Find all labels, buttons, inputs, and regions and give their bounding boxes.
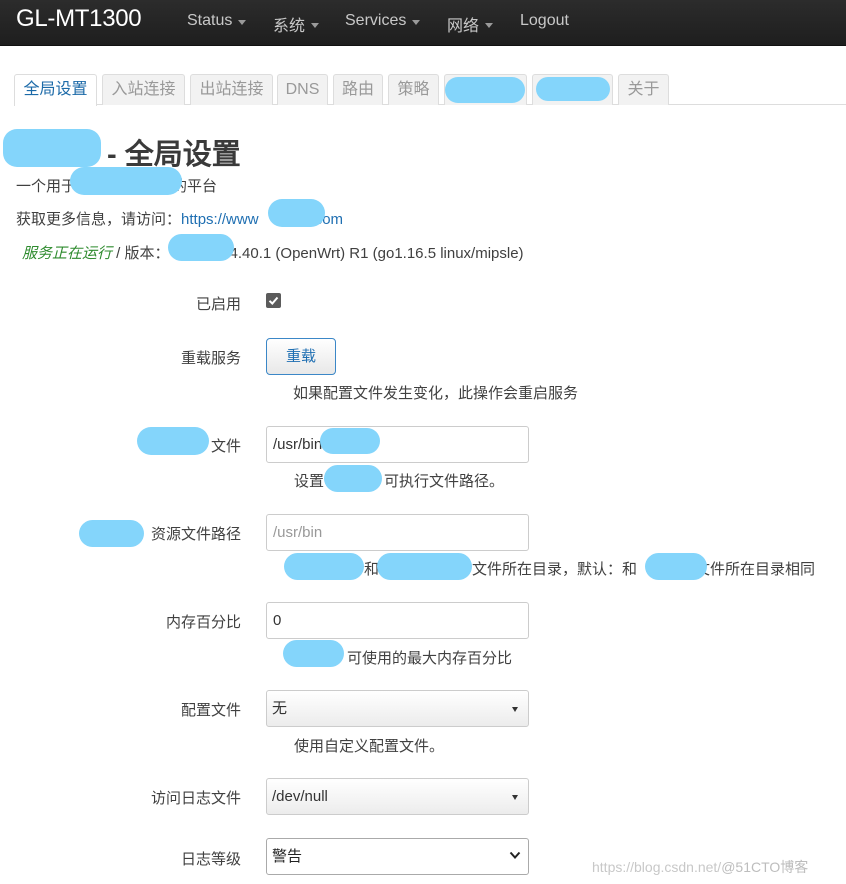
tab-redacted-1[interactable] [444, 74, 527, 105]
tab-routing[interactable]: 路由 [333, 74, 383, 105]
version-prefix: / 版本： [112, 245, 170, 262]
brand-logo[interactable]: GL-MT1300 [16, 5, 142, 33]
access-log-value: /dev/null [272, 788, 328, 805]
service-status-line: 服务正在运行 / 版本： 4.40.1 (OpenWrt) R1 (go1.16.… [22, 242, 524, 263]
caret-down-icon [311, 22, 320, 28]
dropdown-arrow-icon [512, 795, 518, 800]
config-file-label: 配置文件 [180, 702, 241, 719]
watermark: https://blog.csdn.net/@51CTO博客 [592, 859, 809, 875]
tab-outbound[interactable]: 出站连接 [190, 74, 273, 105]
service-running-status: 服务正在运行 [22, 245, 113, 262]
caret-down-icon [485, 22, 494, 28]
redaction-mark [137, 427, 209, 455]
memory-percent-hint: 可使用的最大内存百分比 [347, 650, 513, 667]
log-level-select[interactable]: 警告 [266, 838, 529, 875]
assets-path-input[interactable]: /usr/bin [266, 514, 529, 551]
tab-dns[interactable]: DNS [277, 74, 328, 105]
redaction-mark [320, 428, 380, 454]
redaction-mark [79, 520, 144, 547]
dropdown-arrow-icon [512, 707, 518, 712]
binary-file-label: 文件 [210, 438, 241, 455]
enabled-checkbox[interactable] [266, 293, 281, 308]
nav-status-label: Status [187, 12, 233, 29]
enabled-label: 已启用 [195, 296, 241, 313]
access-log-label: 访问日志文件 [150, 790, 241, 807]
redaction-mark [445, 77, 525, 103]
redaction-mark [324, 465, 382, 492]
tab-global-settings[interactable]: 全局设置 [14, 74, 97, 106]
redaction-mark [3, 129, 101, 167]
log-level-label: 日志等级 [180, 851, 241, 868]
description-prefix: 一个用于 [16, 178, 77, 195]
tab-inbound[interactable]: 入站连接 [102, 74, 185, 105]
redaction-mark [536, 77, 610, 101]
nav-system-label: 系统 [273, 18, 306, 35]
version-text: 4.40.1 (OpenWrt) R1 (go1.16.5 linux/mips… [229, 245, 524, 262]
config-file-hint: 使用自定义配置文件。 [294, 738, 445, 755]
redaction-mark [645, 553, 707, 580]
redaction-mark [377, 553, 472, 580]
nav-network[interactable]: 网络 [447, 12, 494, 36]
tab-redacted-2[interactable] [532, 74, 613, 105]
memory-percent-label: 内存百分比 [165, 614, 241, 631]
log-level-value: 警告 [272, 848, 303, 865]
memory-percent-input[interactable]: 0 [266, 602, 529, 639]
tab-policy[interactable]: 策略 [388, 74, 439, 105]
config-file-select[interactable]: 无 [266, 690, 529, 727]
nav-logout[interactable]: Logout [520, 12, 569, 30]
nav-logout-label: Logout [520, 12, 569, 29]
caret-down-icon [412, 19, 421, 25]
redaction-mark [268, 199, 325, 227]
top-navbar: GL-MT1300 Status 系统 Services 网络 Logout [0, 0, 846, 46]
nav-services-label: Services [345, 12, 407, 29]
redaction-mark [283, 640, 344, 667]
reload-hint: 如果配置文件发生变化，此操作会重启服务 [293, 385, 579, 402]
access-log-select[interactable]: /dev/null [266, 778, 529, 815]
nav-system[interactable]: 系统 [273, 12, 320, 36]
assets-path-label: 资源文件路径 [150, 526, 241, 543]
tab-bar: 全局设置 入站连接 出站连接 DNS 路由 策略 关于 [14, 74, 846, 106]
caret-down-icon [238, 19, 247, 25]
reload-service-label: 重载服务 [180, 350, 241, 367]
checkmark-icon [268, 296, 279, 305]
more-info-label: 获取更多信息，请访问： [16, 211, 182, 228]
tab-about[interactable]: 关于 [618, 74, 669, 105]
config-file-value: 无 [272, 700, 288, 717]
binary-file-input[interactable]: /usr/bin [266, 426, 529, 463]
redaction-mark [168, 234, 234, 261]
reload-button[interactable]: 重载 [266, 338, 336, 375]
chevron-down-icon [509, 851, 521, 859]
nav-status[interactable]: Status [187, 12, 247, 30]
nav-network-label: 网络 [447, 18, 480, 35]
redaction-mark [70, 167, 182, 195]
nav-services[interactable]: Services [345, 12, 421, 30]
redaction-mark [284, 553, 364, 580]
